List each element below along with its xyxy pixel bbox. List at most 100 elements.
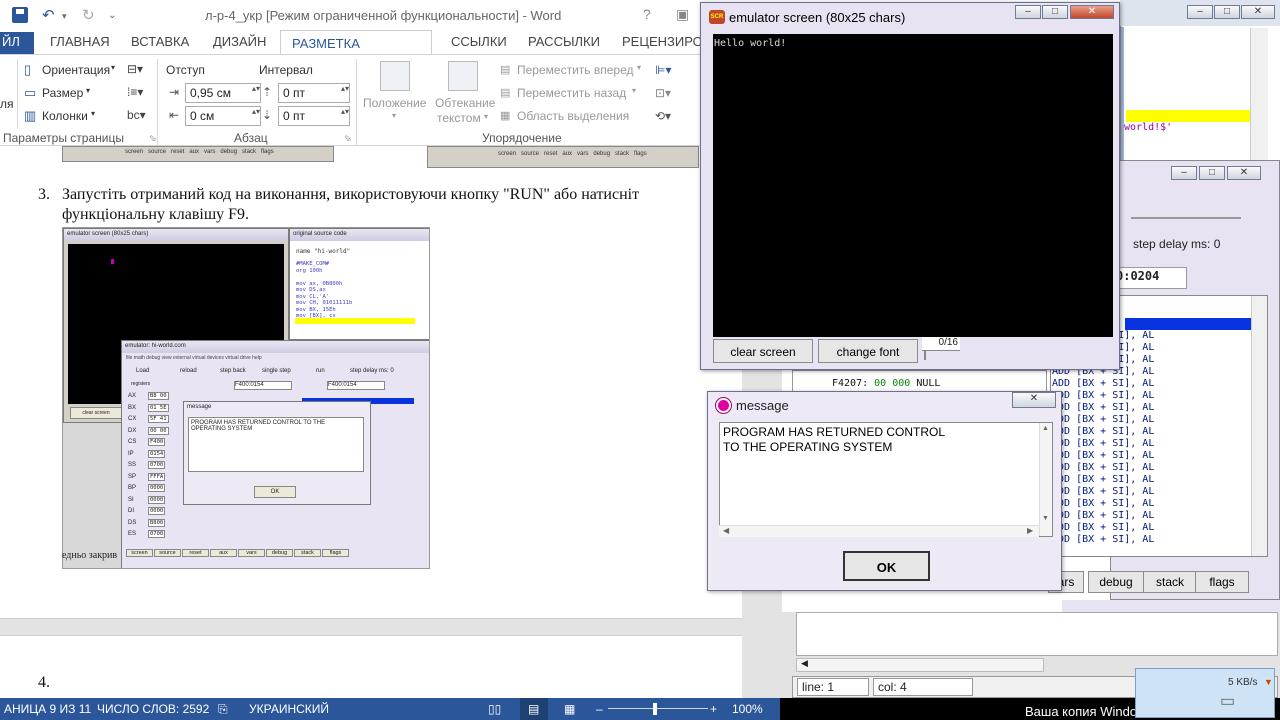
word-status-bar: АНИЦА 9 ИЗ 11 ЧИСЛО СЛОВ: 2592 ⎘ УКРАИНС… bbox=[0, 698, 780, 720]
paragraph-group-label: Абзац bbox=[234, 131, 268, 145]
tab-home[interactable]: ГЛАВНАЯ bbox=[50, 34, 110, 49]
editor-text-area[interactable] bbox=[796, 612, 1278, 656]
spacing-before-input[interactable]: 0 пт bbox=[278, 83, 350, 103]
indent-right-input[interactable]: 0 см bbox=[185, 106, 261, 126]
tab-flags[interactable]: flags bbox=[1195, 571, 1249, 593]
embedded-register-value: B8 00 bbox=[148, 392, 169, 400]
dialog-launcher-icon[interactable]: ⬂ bbox=[149, 133, 157, 144]
ok-button[interactable]: OK bbox=[843, 551, 930, 581]
tab-references[interactable]: ССЫЛКИ bbox=[451, 34, 507, 49]
ribbon-options-icon[interactable]: ▣ bbox=[676, 6, 689, 23]
address-field[interactable]: 0:0204 bbox=[1111, 267, 1187, 289]
emu8086-logo-icon: SCR bbox=[709, 10, 725, 24]
editor-titlebar: – □ ✕ bbox=[1120, 0, 1280, 26]
close-icon[interactable]: ✕ bbox=[1227, 166, 1261, 180]
breaks-icon[interactable]: ⊟▾ bbox=[127, 62, 143, 76]
zoom-slider[interactable] bbox=[608, 708, 708, 709]
scroll-left-icon[interactable]: ◀ bbox=[801, 658, 808, 669]
message-text-box[interactable]: PROGRAM HAS RETURNED CONTROL TO THE OPER… bbox=[719, 422, 1053, 537]
emulator-screen-window[interactable]: SCR emulator screen (80x25 chars) – □ ✕ … bbox=[700, 2, 1120, 370]
customize-qat-icon[interactable]: ⌄ bbox=[108, 10, 116, 21]
line-numbers-icon[interactable]: ⁞≡▾ bbox=[127, 85, 143, 99]
chevron-down-icon[interactable]: ▼ bbox=[1264, 677, 1273, 687]
selection-pane-button[interactable]: Область выделения bbox=[517, 109, 629, 123]
embedded-register-value: FFFA bbox=[148, 472, 166, 481]
scroll-up-icon[interactable]: ▲ bbox=[1042, 425, 1049, 432]
zoom-in-button[interactable]: + bbox=[710, 702, 717, 716]
maximize-icon[interactable]: □ bbox=[1214, 5, 1240, 19]
close-icon[interactable]: ✕ bbox=[1012, 392, 1056, 408]
close-icon[interactable]: ✕ bbox=[1070, 5, 1114, 19]
wrap-text-button[interactable]: Обтекание bbox=[435, 96, 495, 110]
undo-icon[interactable]: ↶ bbox=[42, 6, 55, 24]
scroll-left-icon[interactable]: ◀ bbox=[723, 526, 729, 535]
step-delay-slider[interactable] bbox=[1131, 217, 1241, 219]
tab-page-layout[interactable]: РАЗМЕТКА СТРАНИЦЫ bbox=[280, 30, 432, 66]
network-speed-popup[interactable]: 5 KB/s ▼ ▭ bbox=[1135, 668, 1275, 718]
help-button[interactable]: ? bbox=[643, 6, 651, 22]
disassembly-row: ADD [BX + SI], AL bbox=[1052, 474, 1155, 485]
tab-design[interactable]: ДИЗАЙН bbox=[213, 34, 266, 49]
minimize-icon[interactable]: – bbox=[1187, 5, 1213, 19]
editor-scrollbar[interactable] bbox=[1250, 28, 1268, 160]
orientation-button[interactable]: Ориентация bbox=[42, 63, 110, 77]
maximize-icon[interactable]: □ bbox=[1199, 166, 1225, 180]
tab-debug[interactable]: debug bbox=[1088, 571, 1144, 593]
message-hscroll[interactable]: ◀ ▶ bbox=[719, 525, 1039, 537]
align-icon[interactable]: ⊫▾ bbox=[655, 63, 671, 77]
web-layout-icon[interactable]: ▦ bbox=[564, 702, 575, 716]
message-vscroll[interactable]: ▲ ▼ bbox=[1039, 423, 1052, 536]
network-icon: ▭ bbox=[1220, 693, 1236, 710]
clear-screen-button[interactable]: clear screen bbox=[713, 339, 813, 363]
position-icon[interactable] bbox=[380, 61, 410, 91]
hyphenation-icon[interactable]: bc▾ bbox=[127, 108, 146, 122]
indent-left-input[interactable]: 0,95 см bbox=[185, 83, 261, 103]
bring-forward-button[interactable]: Переместить вперед bbox=[517, 63, 633, 77]
columns-button[interactable]: Колонки bbox=[42, 109, 88, 123]
tab-file[interactable]: ЙЛ bbox=[0, 32, 34, 54]
divider bbox=[356, 59, 357, 145]
position-button[interactable]: Положение bbox=[363, 96, 426, 110]
language[interactable]: УКРАИНСКИЙ bbox=[249, 702, 329, 716]
disassembly-row: ADD [BX + SI], AL bbox=[1052, 426, 1155, 437]
close-icon[interactable]: ✕ bbox=[1241, 5, 1275, 19]
embedded-tab: reset bbox=[182, 549, 209, 557]
scroll-right-icon[interactable]: ▶ bbox=[1027, 526, 1033, 535]
zoom-out-button[interactable]: – bbox=[596, 702, 603, 716]
embedded-screenshot[interactable]: emulator screen (80x25 chars) clear scre… bbox=[62, 227, 430, 569]
minimize-icon[interactable]: – bbox=[1171, 166, 1197, 180]
tab-insert[interactable]: ВСТАВКА bbox=[131, 34, 189, 49]
dialog-launcher-icon[interactable]: ⬂ bbox=[344, 133, 352, 144]
step-text-line2: функціональну клавішу F9. bbox=[62, 206, 250, 223]
page-count[interactable]: АНИЦА 9 ИЗ 11 bbox=[4, 702, 91, 716]
embedded-register-row: SS 0700 bbox=[128, 461, 180, 474]
redo-icon[interactable]: ↻ bbox=[82, 6, 95, 24]
spacing-after-input[interactable]: 0 пт bbox=[278, 106, 350, 126]
screen-output-text: Hello world! bbox=[714, 38, 787, 49]
tab-stack[interactable]: stack bbox=[1143, 571, 1197, 593]
save-icon[interactable] bbox=[12, 7, 28, 23]
read-mode-icon[interactable]: ▯▯ bbox=[488, 702, 501, 716]
embedded-register-value: 0000 bbox=[148, 484, 166, 492]
minimize-icon[interactable]: – bbox=[1015, 5, 1041, 19]
zoom-level[interactable]: 100% bbox=[732, 702, 763, 716]
scroll-down-icon[interactable]: ▼ bbox=[1042, 515, 1049, 522]
emulator-output-screen[interactable]: Hello world! bbox=[713, 34, 1113, 337]
tab-mailings[interactable]: РАССЫЛКИ bbox=[528, 34, 600, 49]
message-dialog[interactable]: message ✕ PROGRAM HAS RETURNED CONTROL T… bbox=[707, 391, 1062, 591]
send-backward-button[interactable]: Переместить назад bbox=[517, 86, 626, 100]
word-count[interactable]: ЧИСЛО СЛОВ: 2592 bbox=[97, 702, 209, 716]
editor-hscroll[interactable] bbox=[796, 658, 1044, 672]
screen-slider[interactable] bbox=[924, 351, 926, 360]
group-icon[interactable]: ⊡▾ bbox=[655, 86, 671, 100]
maximize-icon[interactable]: □ bbox=[1042, 5, 1068, 19]
divider bbox=[17, 59, 18, 129]
proofing-icon[interactable]: ⎘ bbox=[218, 702, 228, 717]
zoom-slider-thumb[interactable] bbox=[653, 703, 657, 715]
rotate-icon[interactable]: ⟲▾ bbox=[655, 109, 671, 123]
change-font-button[interactable]: change font bbox=[818, 339, 918, 363]
size-button[interactable]: Размер bbox=[42, 86, 83, 100]
wrap-text-icon[interactable] bbox=[448, 61, 478, 91]
list-scrollbar[interactable] bbox=[1251, 296, 1267, 556]
undo-dropdown-icon[interactable]: ▾ bbox=[62, 11, 67, 22]
